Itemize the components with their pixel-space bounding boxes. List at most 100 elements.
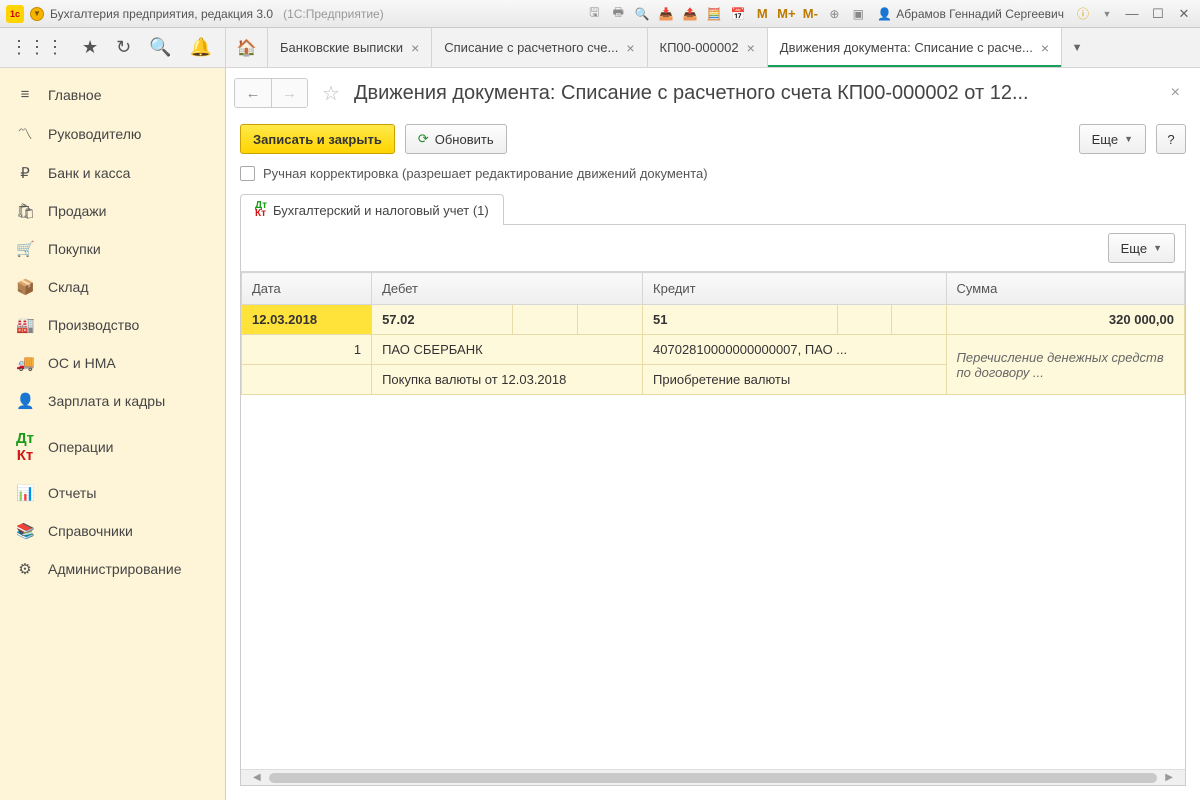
grid-more-button[interactable]: Еще▼	[1108, 233, 1175, 263]
scrollbar-thumb[interactable]	[269, 773, 1158, 783]
maximize-button[interactable]: ☐	[1148, 5, 1168, 23]
inner-tab-label: Бухгалтерский и налоговый учет (1)	[273, 203, 489, 218]
zoom-icon[interactable]: ⊕	[825, 5, 843, 23]
tab-label: Движения документа: Списание с расче...	[780, 40, 1033, 55]
sidebar-item-references[interactable]: 📚 Справочники	[0, 512, 225, 550]
favorite-icon[interactable]: ★	[82, 37, 98, 58]
save-icon[interactable]: 🖫	[585, 5, 603, 23]
sidebar-item-manager[interactable]: 〽Руководителю	[0, 113, 225, 154]
calendar-icon[interactable]: 📅	[729, 5, 747, 23]
sidebar-item-operations[interactable]: ДтКтОперации	[0, 420, 225, 474]
sidebar-item-warehouse[interactable]: 📦Склад	[0, 268, 225, 306]
apps-icon[interactable]: ⋮⋮⋮	[10, 37, 64, 58]
truck-icon: 🚚	[16, 354, 34, 372]
save-close-button[interactable]: Записать и закрыть	[240, 124, 395, 154]
cell-credit: 51	[643, 305, 838, 335]
scroll-right-icon[interactable]: ▶	[1165, 772, 1173, 783]
bell-icon[interactable]: 🔔	[190, 37, 212, 58]
horizontal-scrollbar[interactable]: ◀ ▶	[241, 769, 1185, 785]
sidebar-item-bank[interactable]: ₽Банк и касса	[0, 154, 225, 192]
tabs-dropdown[interactable]: ▼	[1062, 28, 1092, 67]
sidebar-item-sales[interactable]: 🛍Продажи	[0, 192, 225, 230]
close-icon[interactable]: ×	[747, 40, 755, 56]
sidebar-item-main[interactable]: ≡Главное	[0, 76, 225, 113]
bag-icon: 🛍	[16, 202, 34, 220]
table-row[interactable]: 1 ПАО СБЕРБАНК 40702810000000000007, ПАО…	[242, 335, 1185, 365]
person-icon: 👤	[16, 392, 34, 410]
cell-date: 12.03.2018	[242, 305, 372, 335]
sidebar: ≡Главное 〽Руководителю ₽Банк и касса 🛍Пр…	[0, 68, 226, 800]
history-icon[interactable]: ↻	[116, 37, 131, 58]
home-button[interactable]: 🏠	[226, 28, 268, 67]
sidebar-item-production[interactable]: 🏭 Производство	[0, 306, 225, 344]
close-icon[interactable]: ×	[626, 40, 634, 56]
export-icon[interactable]: 📤	[681, 5, 699, 23]
user-info[interactable]: 👤 Абрамов Геннадий Сергеевич	[873, 7, 1068, 21]
info-icon[interactable]: ⓘ	[1074, 5, 1092, 23]
cell-empty	[242, 365, 372, 395]
sidebar-item-label: Операции	[48, 439, 114, 455]
mem-mminus[interactable]: M-	[801, 5, 819, 23]
tab-writeoff[interactable]: Списание с расчетного сче... ×	[432, 28, 647, 67]
sidebar-item-label: Покупки	[48, 241, 101, 257]
col-sum[interactable]: Сумма	[946, 273, 1185, 305]
tab-doc-number[interactable]: КП00-000002 ×	[648, 28, 768, 67]
more-button[interactable]: Еще▼	[1079, 124, 1146, 154]
sidebar-item-admin[interactable]: ⚙Администрирование	[0, 550, 225, 588]
tab-label: Списание с расчетного сче...	[444, 40, 618, 55]
nav-back-button[interactable]: ←	[235, 79, 271, 107]
cell-debit-detail: Покупка валюты от 12.03.2018	[372, 365, 643, 395]
grid-panel: Еще▼ Дата Дебет Кредит Сумма	[240, 224, 1186, 786]
close-window-button[interactable]: ✕	[1174, 5, 1194, 23]
minimize-button[interactable]: —	[1122, 5, 1142, 23]
cell-debit-detail: ПАО СБЕРБАНК	[372, 335, 643, 365]
panel-icon[interactable]: ▣	[849, 5, 867, 23]
col-date[interactable]: Дата	[242, 273, 372, 305]
mem-m[interactable]: M	[753, 5, 771, 23]
col-credit[interactable]: Кредит	[643, 273, 946, 305]
title-dropdown[interactable]: ▼	[30, 7, 44, 21]
sidebar-item-label: Справочники	[48, 523, 133, 539]
tab-accounting[interactable]: ДтКт Бухгалтерский и налоговый учет (1)	[240, 194, 504, 225]
close-icon[interactable]: ×	[411, 40, 419, 56]
compare-icon[interactable]: 📥	[657, 5, 675, 23]
print-icon[interactable]: 🖶	[609, 5, 627, 23]
page-title: Движения документа: Списание с расчетног…	[354, 82, 1157, 105]
user-name: Абрамов Геннадий Сергеевич	[896, 7, 1064, 21]
dtkt-icon: ДтКт	[255, 202, 267, 218]
sidebar-item-reports[interactable]: 📊Отчеты	[0, 474, 225, 512]
info-drop[interactable]: ▼	[1098, 5, 1116, 23]
tab-movements[interactable]: Движения документа: Списание с расче... …	[768, 28, 1062, 67]
button-label: Обновить	[435, 132, 494, 147]
help-button[interactable]: ?	[1156, 124, 1186, 154]
menu-icon: ≡	[16, 86, 34, 103]
button-label: Еще	[1092, 132, 1118, 147]
cart-icon: 🛒	[16, 240, 34, 258]
manual-edit-checkbox[interactable]	[240, 166, 255, 181]
sidebar-item-assets[interactable]: 🚚ОС и НМА	[0, 344, 225, 382]
col-debit[interactable]: Дебет	[372, 273, 643, 305]
refresh-button[interactable]: ⟳ Обновить	[405, 124, 507, 154]
close-doc-button[interactable]: ×	[1165, 84, 1186, 102]
calc-icon[interactable]: 🧮	[705, 5, 723, 23]
nav-forward-button[interactable]: →	[271, 79, 307, 107]
sidebar-item-hr[interactable]: 👤Зарплата и кадры	[0, 382, 225, 420]
button-label: Еще	[1121, 241, 1147, 256]
tab-bank-statements[interactable]: Банковские выписки ×	[268, 28, 432, 67]
cell-credit-detail: Приобретение валюты	[643, 365, 946, 395]
search-icon[interactable]: 🔍	[149, 37, 171, 58]
scroll-left-icon[interactable]: ◀	[253, 772, 261, 783]
factory-icon: 🏭	[16, 316, 34, 334]
mem-mplus[interactable]: M+	[777, 5, 795, 23]
preview-icon[interactable]: 🔍	[633, 5, 651, 23]
data-grid[interactable]: Дата Дебет Кредит Сумма 12.03.2018 57.02…	[241, 271, 1185, 769]
books-icon: 📚	[16, 522, 34, 540]
refresh-icon: ⟳	[418, 131, 429, 147]
star-icon[interactable]: ☆	[322, 81, 340, 106]
table-row[interactable]: 12.03.2018 57.02 51 320 000,00	[242, 305, 1185, 335]
box-icon: 📦	[16, 278, 34, 296]
close-icon[interactable]: ×	[1041, 40, 1049, 56]
sidebar-item-purchases[interactable]: 🛒 Покупки	[0, 230, 225, 268]
cell-debit: 57.02	[372, 305, 513, 335]
sidebar-item-label: Производство	[48, 317, 139, 333]
